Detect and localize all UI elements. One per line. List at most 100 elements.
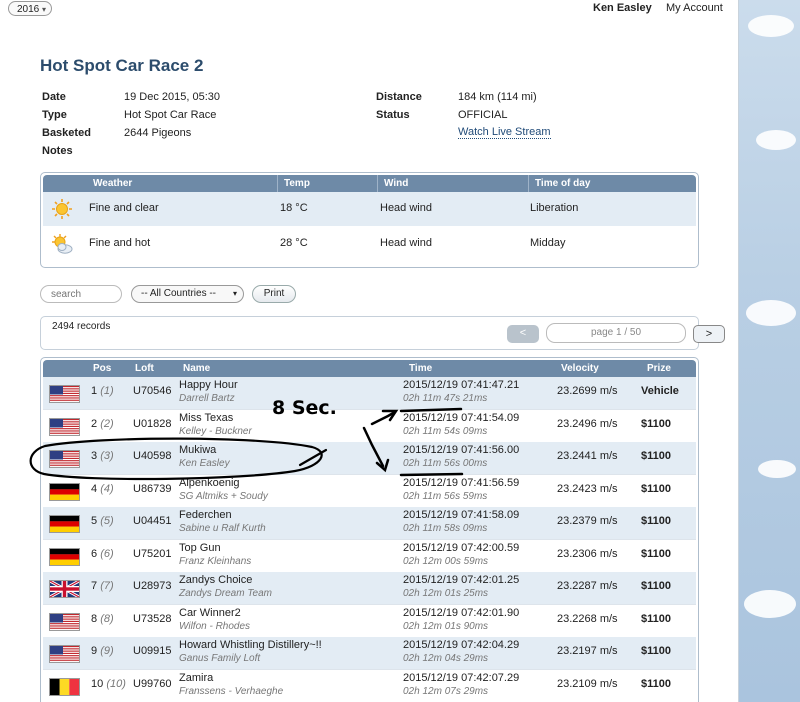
owner-name: Darrell Bartz (179, 393, 235, 404)
position-value: 6 (91, 547, 98, 560)
country-select[interactable]: -- All Countries -- ▾ (131, 285, 244, 303)
velocity: 23.2699 m/s (557, 385, 618, 397)
loft-id: U86739 (133, 482, 172, 495)
position: 2 (2) (91, 418, 114, 430)
pigeon-name[interactable]: Zamira (179, 672, 213, 684)
temp-header: Temp (277, 175, 310, 192)
velocity-header: Velocity (561, 363, 599, 374)
loft-id: U04451 (133, 515, 172, 527)
pigeon-name[interactable]: Federchen (179, 509, 232, 521)
owner-name: Ken Easley (179, 458, 230, 469)
position-value: 1 (91, 385, 98, 397)
position-paren: (2) (100, 417, 114, 430)
position: 1 (1) (91, 385, 114, 397)
table-row[interactable]: 2 (2) U01828 Miss Texas Kelley - Buckner 201… (43, 410, 696, 443)
velocity: 23.2109 m/s (557, 677, 618, 690)
flight-duration: 02h 11m 58s 09ms (403, 523, 488, 534)
velocity: 23.2287 m/s (557, 580, 618, 592)
flag-us-icon (49, 417, 80, 436)
loft-id: U28973 (133, 580, 172, 592)
owner-name: SG Altmiks + Soudy (179, 490, 268, 502)
results-table: Pos Loft Name Time Velocity Prize 1 (1) U… (40, 357, 699, 702)
owner-name: Zandys Dream Team (179, 588, 272, 599)
table-row[interactable]: 9 (9) U09915 Howard Whistling Distillery~!… (43, 637, 696, 670)
type-label: Type (42, 109, 67, 121)
flag-us-icon (49, 450, 80, 469)
prize: $1100 (641, 450, 671, 462)
position-paren: (3) (100, 450, 114, 462)
table-row[interactable]: 6 (6) U75201 Top Gun Franz Kleinhans 2015/12… (43, 540, 696, 573)
prize: $1100 (641, 547, 671, 560)
table-row[interactable]: 3 (3) U40598 Mukiwa Ken Easley 2015/12/19 07… (43, 442, 696, 475)
loft-id: U09915 (133, 645, 172, 657)
pigeon-name[interactable]: Happy Hour (179, 379, 238, 391)
prize: $1100 (641, 580, 671, 592)
weather-desc: Fine and clear (89, 202, 159, 214)
arrival-time: 2015/12/19 07:42:07.29 (403, 671, 520, 684)
loft-id: U73528 (133, 612, 172, 625)
pigeon-name[interactable]: Howard Whistling Distillery~!! (179, 639, 322, 651)
table-row[interactable]: 1 (1) U70546 Happy Hour Darrell Bartz 2015/1… (43, 377, 696, 410)
position-paren: (5) (100, 515, 114, 527)
sky-background (738, 0, 800, 702)
distance-value: 184 km (114 mi) (458, 91, 537, 103)
weather-wind: Head wind (380, 237, 432, 249)
date-value: 19 Dec 2015, 05:30 (124, 91, 221, 103)
records-bar: 2494 records < page 1 / 50 > (40, 316, 725, 350)
table-row[interactable]: 5 (5) U04451 Federchen Sabine u Ralf Kurth 2… (43, 507, 696, 540)
race-info-left: Date 19 Dec 2015, 05:30 Type Hot Spot Ca… (42, 91, 342, 161)
position: 5 (5) (91, 515, 114, 527)
arrival-time: 2015/12/19 07:42:01.25 (403, 574, 520, 586)
flight-duration: 02h 12m 00s 59ms (403, 555, 489, 567)
flag-us-icon (49, 612, 80, 631)
prize: $1100 (641, 677, 671, 690)
prize: $1100 (641, 417, 671, 430)
my-account-link[interactable]: My Account (666, 2, 723, 14)
weather-time-of-day: Liberation (530, 202, 579, 214)
position-value: 2 (91, 417, 98, 430)
pigeon-name[interactable]: Top Gun (179, 542, 221, 554)
pos-header: Pos (93, 363, 112, 374)
position-paren: (10) (106, 677, 126, 690)
arrival-time: 2015/12/19 07:42:01.90 (403, 606, 520, 619)
print-button[interactable]: Print (252, 285, 296, 303)
user-name[interactable]: Ken Easley (593, 2, 652, 14)
watch-live-stream-link[interactable]: Watch Live Stream (458, 126, 551, 139)
table-row[interactable]: 7 (7) U28973 Zandys Choice Zandys Dream Tea… (43, 572, 696, 605)
owner-name: Ganus Family Loft (179, 653, 261, 664)
velocity: 23.2441 m/s (557, 450, 618, 462)
flag-us-icon (49, 385, 80, 404)
position-value: 3 (91, 450, 98, 462)
pigeon-name[interactable]: Mukiwa (179, 444, 216, 456)
pigeon-name[interactable]: Miss Texas (179, 412, 233, 424)
position-value: 4 (91, 482, 98, 495)
velocity: 23.2268 m/s (557, 612, 618, 625)
pigeon-name[interactable]: Zandys Choice (179, 574, 252, 586)
prize: $1100 (641, 515, 671, 527)
page-indicator[interactable]: page 1 / 50 (546, 323, 686, 343)
race-page: 2016 ▾ Ken Easley My Account Hot Spot Ca… (0, 0, 739, 702)
prize: $1100 (641, 612, 671, 625)
pigeon-name[interactable]: Alpenkoenig (179, 477, 240, 489)
position-value: 5 (91, 515, 98, 527)
velocity: 23.2197 m/s (557, 645, 618, 657)
table-row[interactable]: 10 (10) U99760 Zamira Franssens - Verhaeghe… (43, 670, 696, 702)
table-row[interactable]: 8 (8) U73528 Car Winner2 Wilfon - Rhodes 201… (43, 605, 696, 638)
weather-row: Fine and hot 28 °C Head wind Midday (43, 227, 696, 261)
table-row[interactable]: 4 (4) U86739 Alpenkoenig SG Altmiks + Soudy… (43, 475, 696, 508)
year-select[interactable]: 2016 ▾ (8, 1, 52, 16)
position-value: 7 (91, 580, 98, 592)
flight-duration: 02h 12m 04s 29ms (403, 653, 489, 664)
basketed-label: Basketed (42, 127, 91, 139)
pigeon-name[interactable]: Car Winner2 (179, 607, 241, 619)
search-input[interactable] (40, 285, 122, 303)
year-value: 2016 (17, 4, 40, 15)
flight-duration: 02h 12m 07s 29ms (403, 685, 489, 697)
next-page-button[interactable]: > (693, 325, 725, 343)
flag-be-icon (49, 677, 80, 696)
cloud (758, 460, 796, 478)
cloud (748, 15, 794, 37)
prev-page-button[interactable]: < (507, 325, 539, 343)
flight-duration: 02h 11m 54s 09ms (403, 425, 488, 437)
loft-id: U40598 (133, 450, 172, 462)
